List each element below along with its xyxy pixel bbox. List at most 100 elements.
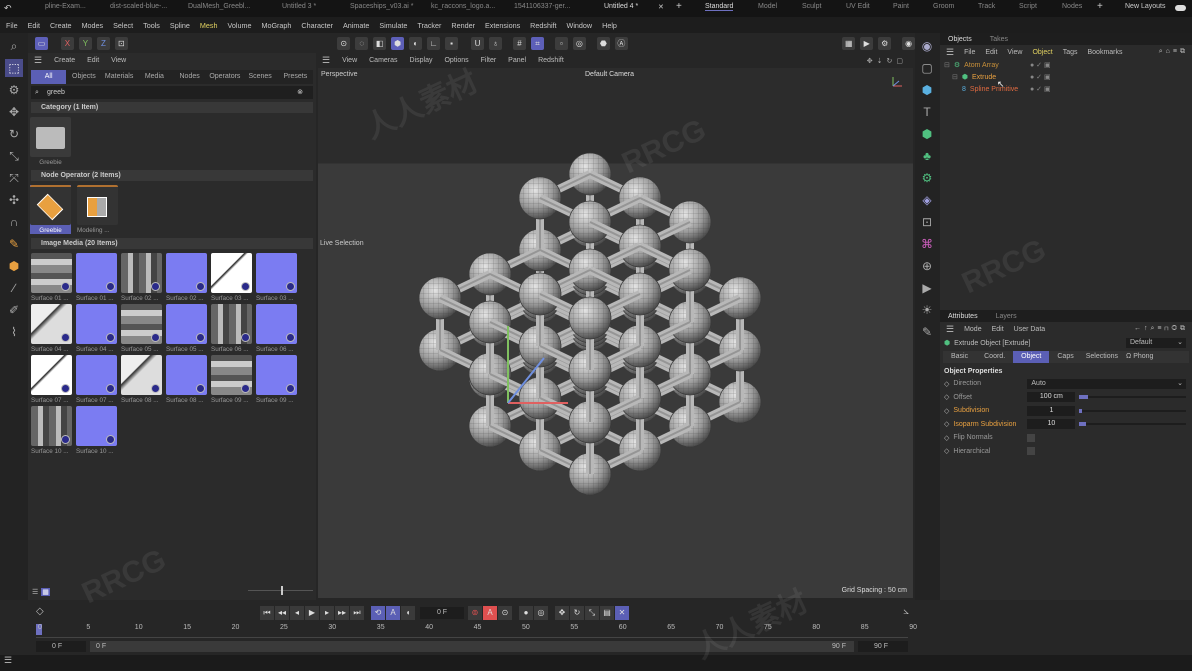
uv-mode-icon[interactable]: ◐ xyxy=(409,36,423,50)
preset-dropdown[interactable]: Default ⌄ xyxy=(1126,338,1186,348)
isoparm-slider[interactable] xyxy=(1079,422,1186,427)
viewport-nav-icons[interactable]: ✥⇣↻▢ xyxy=(867,57,907,65)
hamburger-icon[interactable]: ☰ xyxy=(946,47,954,58)
dynamic-place-icon[interactable]: ✣ xyxy=(5,191,23,209)
tab-attributes[interactable]: Attributes xyxy=(948,313,978,320)
file-tab[interactable]: pline-Exam... xyxy=(45,3,86,10)
lock-icon[interactable]: ♁ xyxy=(489,36,502,50)
search-icon[interactable]: ⌕ xyxy=(5,37,23,55)
scale-icon[interactable]: ⤡ xyxy=(5,147,23,165)
view-menu-filter[interactable]: Filter xyxy=(481,57,497,64)
media-tile[interactable]: Surface 03 ... xyxy=(256,253,297,302)
layout-tab[interactable]: UV Edit xyxy=(846,3,870,10)
coordinate-system-button[interactable]: ⊡ xyxy=(114,36,128,50)
asset-menu-create[interactable]: Create xyxy=(54,57,75,64)
attr-menu-edit[interactable]: Edit xyxy=(992,326,1004,333)
atom-array-model[interactable] xyxy=(318,68,913,598)
asset-tile[interactable]: Greebie xyxy=(30,117,71,166)
layout-tab[interactable]: Sculpt xyxy=(802,3,821,10)
brush-icon[interactable]: ∕ xyxy=(5,279,23,297)
layout-tab[interactable]: Track xyxy=(978,3,995,10)
isoparm-input[interactable]: 10 xyxy=(1027,419,1076,430)
hamburger-icon[interactable]: ☰ xyxy=(34,55,42,66)
menu-edit[interactable]: Edit xyxy=(28,21,40,30)
om-menu-edit[interactable]: Edit xyxy=(985,49,997,56)
om-menu-tags[interactable]: Tags xyxy=(1063,49,1078,56)
om-menu-view[interactable]: View xyxy=(1007,49,1022,56)
tab-objects[interactable]: Objects xyxy=(948,36,972,43)
render-settings-icon[interactable]: ◎ xyxy=(572,36,586,50)
media-tile[interactable]: Surface 03 ... xyxy=(211,253,252,302)
material-icon[interactable]: ✎ xyxy=(918,323,936,341)
cloud-download-icon[interactable] xyxy=(286,333,295,342)
direction-dropdown[interactable]: Auto ⌄ xyxy=(1027,378,1186,389)
cloud-download-icon[interactable] xyxy=(286,282,295,291)
media-tile[interactable]: Surface 08 ... xyxy=(166,355,207,404)
media-tile[interactable]: Surface 10 ... xyxy=(76,406,117,455)
menu-modes[interactable]: Modes xyxy=(82,21,104,30)
loop-icon[interactable]: ⟲ xyxy=(371,606,385,620)
asset-tile-selected[interactable]: Greebie xyxy=(30,185,71,234)
media-tile[interactable]: Surface 09 ... xyxy=(256,355,297,404)
cube-icon[interactable]: ⬢ xyxy=(918,81,936,99)
cloud-download-icon[interactable] xyxy=(196,333,205,342)
cloud-download-icon[interactable] xyxy=(241,333,250,342)
image-media-header[interactable]: Image Media (20 Items) xyxy=(31,238,313,249)
move-icon[interactable]: ✥ xyxy=(5,103,23,121)
layout-tab[interactable]: Groom xyxy=(933,3,954,10)
magnet-icon[interactable]: ∩ xyxy=(5,213,23,231)
viewport-3d[interactable]: Perspective Default Camera Live Selectio… xyxy=(318,68,913,598)
menu-mesh[interactable]: Mesh xyxy=(200,21,218,30)
hair-icon[interactable]: ⌇ xyxy=(5,323,23,341)
layout-tab[interactable]: Paint xyxy=(893,3,909,10)
file-tab[interactable]: DualMesh_Greebl... xyxy=(188,3,250,10)
cloud-download-icon[interactable] xyxy=(241,384,250,393)
om-menu-bookmarks[interactable]: Bookmarks xyxy=(1088,49,1123,56)
filter-all[interactable]: All xyxy=(31,70,67,84)
menu-tools[interactable]: Tools xyxy=(143,21,160,30)
media-tile[interactable]: Surface 04 ... xyxy=(76,304,117,353)
media-tile[interactable]: Surface 06 ... xyxy=(256,304,297,353)
add-tab-icon[interactable]: + xyxy=(676,1,682,12)
visibility-icons[interactable]: ● ✓ ▣ xyxy=(1030,61,1051,69)
axis-mode-icon[interactable]: ∟ xyxy=(427,36,441,50)
subtab-basic[interactable]: Basic xyxy=(943,351,976,363)
prev-frame-icon[interactable]: ◂ xyxy=(290,606,304,620)
offset-input[interactable]: 100 cm xyxy=(1027,392,1076,403)
media-tile[interactable]: Surface 02 ... xyxy=(121,253,162,302)
sculpt-icon[interactable]: ✐ xyxy=(5,301,23,319)
menu-render[interactable]: Render xyxy=(451,21,475,30)
media-tile[interactable]: Surface 07 ... xyxy=(31,355,72,404)
hamburger-icon[interactable]: ☰ xyxy=(322,55,330,66)
tweak-mode-icon[interactable]: ▪ xyxy=(445,36,459,50)
rotation-key-icon[interactable]: ↻ xyxy=(570,606,584,620)
media-tile[interactable]: Surface 04 ... xyxy=(31,304,72,353)
volume-icon[interactable]: ⌘ xyxy=(918,235,936,253)
subdivision-slider[interactable] xyxy=(1079,408,1186,413)
field-icon[interactable]: ◈ xyxy=(918,191,936,209)
edges-mode-icon[interactable]: ◌ xyxy=(355,36,369,50)
media-tile[interactable]: Surface 05 ... xyxy=(121,304,162,353)
polygons-mode-icon[interactable]: ◧ xyxy=(373,36,387,50)
menu-redshift[interactable]: Redshift xyxy=(530,21,556,30)
edit-render-settings-icon[interactable]: ⚙ xyxy=(878,36,892,50)
cloud-download-icon[interactable] xyxy=(196,384,205,393)
menu-help[interactable]: Help xyxy=(602,21,617,30)
hamburger-icon[interactable]: ☰ xyxy=(946,324,954,335)
tab-takes[interactable]: Takes xyxy=(990,36,1008,43)
motion-icon[interactable]: ◎ xyxy=(534,606,548,620)
workplane-icon[interactable]: ⌗ xyxy=(530,36,544,50)
cloud-download-icon[interactable] xyxy=(151,282,160,291)
key-mode-icon[interactable]: ● xyxy=(519,606,533,620)
grid-view-icon[interactable]: ▦ xyxy=(41,588,50,596)
axis-y-button[interactable]: Y xyxy=(78,36,92,50)
cloud-download-icon[interactable] xyxy=(61,282,70,291)
attr-nav-icons[interactable]: ←↑⌕≡⊓◎⧉ xyxy=(1134,325,1188,333)
file-tab[interactable]: Untitled 3 * xyxy=(282,3,316,10)
offset-slider[interactable] xyxy=(1079,395,1186,400)
snap-icon[interactable]: Ս xyxy=(471,36,485,50)
flip-normals-checkbox[interactable] xyxy=(1027,433,1036,442)
deform-icon[interactable]: ⬣ xyxy=(596,36,610,50)
cloud-download-icon[interactable] xyxy=(106,435,115,444)
new-layouts-toggle[interactable] xyxy=(1175,5,1186,11)
